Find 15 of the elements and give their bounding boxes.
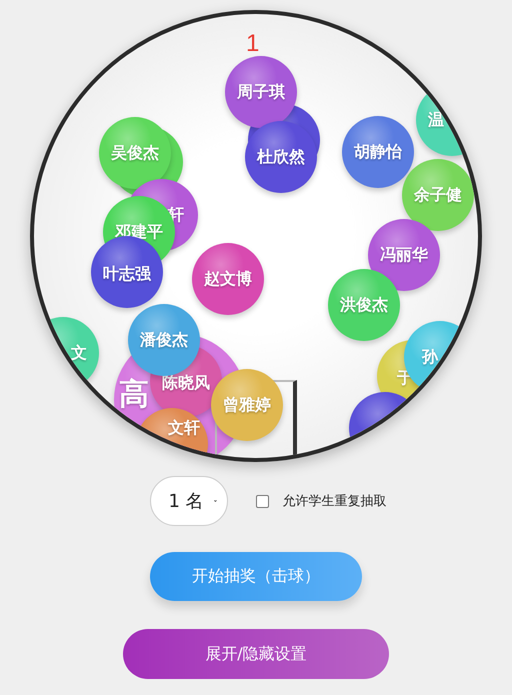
name-ball: 潘俊杰 [128, 304, 200, 376]
count-select[interactable]: 1 名 [150, 476, 228, 526]
name-ball: 吴俊杰 [99, 117, 171, 189]
winner-count: 1 [246, 32, 260, 56]
name-ball: 余子健 [402, 159, 474, 231]
checkbox-label: 允许学生重复抽取 [282, 493, 386, 510]
name-ball: 洪俊杰 [328, 269, 400, 341]
name-ball: 赵文博 [192, 243, 264, 315]
settings-toggle-button[interactable]: 展开/隐藏设置 [123, 629, 389, 679]
repeat-checkbox[interactable] [256, 494, 268, 508]
name-ball: 周子琪 [225, 56, 297, 128]
name-ball: 胡静怡 [342, 116, 414, 188]
name-ball: 杜欣然 [245, 121, 317, 193]
name-ball: 曾雅婷 [211, 369, 283, 441]
start-draw-button[interactable]: 开始抽奖（击球） [150, 552, 362, 601]
